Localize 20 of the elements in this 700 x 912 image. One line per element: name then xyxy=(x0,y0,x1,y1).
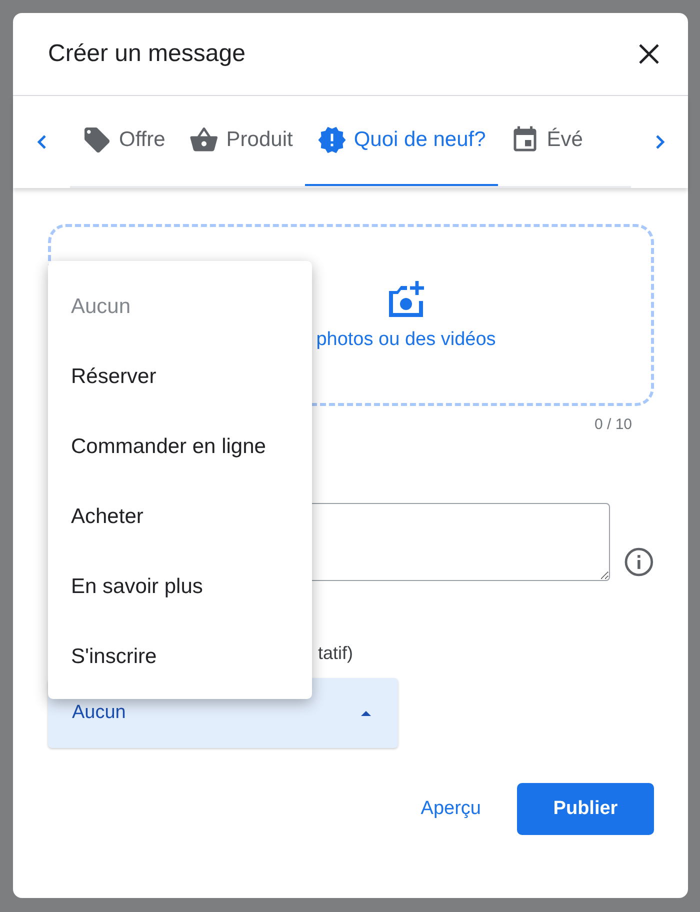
tab[interactable]: Quoi de neuf? xyxy=(304,96,498,186)
tab[interactable]: Évé xyxy=(498,96,595,186)
tag-icon xyxy=(82,125,112,155)
tab[interactable]: Offre xyxy=(70,96,178,186)
caret-icon xyxy=(360,710,372,716)
preview-button[interactable]: Aperçu xyxy=(420,788,481,830)
publish-button[interactable]: Publier xyxy=(517,783,654,835)
media-counter: 0 / 10 xyxy=(593,415,633,433)
close-icon xyxy=(638,43,660,65)
dialog-title: Créer un message xyxy=(48,40,246,68)
chevron-right-icon xyxy=(654,134,664,150)
menu-item[interactable]: Commander en ligne xyxy=(48,412,312,482)
menu-item[interactable]: En savoir plus xyxy=(48,552,312,622)
chevron-left-icon xyxy=(36,134,46,150)
info-icon xyxy=(624,547,654,577)
tab[interactable]: Produit xyxy=(177,96,305,186)
menu-item[interactable]: Acheter xyxy=(48,482,312,552)
alert-badge-icon xyxy=(316,125,347,155)
upload-label: photos ou des vidéos xyxy=(316,329,496,351)
field-label: tatif) xyxy=(318,643,354,664)
